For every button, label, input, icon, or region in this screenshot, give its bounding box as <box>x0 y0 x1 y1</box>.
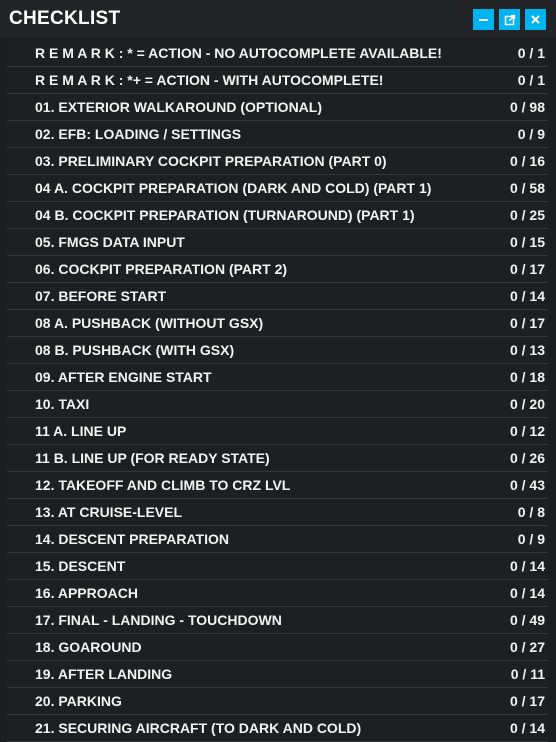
checklist-item-count: 0 / 58 <box>509 180 545 196</box>
checklist-item[interactable]: 13. AT CRUISE-LEVEL 0 / 8 <box>7 499 548 526</box>
checklist-item-label: R E M A R K : * = ACTION - NO AUTOCOMPLE… <box>35 45 442 61</box>
checklist-item[interactable]: 20. PARKING 0 / 17 <box>7 688 548 715</box>
checklist-item-count: 0 / 27 <box>509 639 545 655</box>
checklist-item-count: 0 / 11 <box>510 666 545 682</box>
checklist-item[interactable]: 14. DESCENT PREPARATION 0 / 9 <box>7 526 548 553</box>
checklist-item[interactable]: 07. BEFORE START 0 / 14 <box>7 283 548 310</box>
checklist-item-label: 18. GOAROUND <box>35 639 142 655</box>
checklist-item[interactable]: 08 B. PUSHBACK (WITH GSX) 0 / 13 <box>7 337 548 364</box>
checklist-item-count: 0 / 12 <box>509 423 545 439</box>
checklist-item-label: 16. APPROACH <box>35 585 138 601</box>
checklist-item-count: 0 / 16 <box>509 153 545 169</box>
checklist-item-label: 03. PRELIMINARY COCKPIT PREPARATION (PAR… <box>35 153 387 169</box>
checklist-item-label: 14. DESCENT PREPARATION <box>35 531 229 547</box>
checklist-list: R E M A R K : * = ACTION - NO AUTOCOMPLE… <box>7 40 548 742</box>
checklist-item[interactable]: 04 B. COCKPIT PREPARATION (TURNAROUND) (… <box>7 202 548 229</box>
checklist-item-label: 12. TAKEOFF AND CLIMB TO CRZ LVL <box>35 477 291 493</box>
checklist-item-count: 0 / 17 <box>509 693 545 709</box>
popout-button[interactable] <box>499 9 520 30</box>
checklist-item-count: 0 / 17 <box>509 315 545 331</box>
checklist-item[interactable]: 19. AFTER LANDING 0 / 11 <box>7 661 548 688</box>
checklist-item-count: 0 / 9 <box>517 531 545 547</box>
checklist-item-count: 0 / 1 <box>517 45 545 61</box>
popout-icon <box>504 14 516 26</box>
checklist-item[interactable]: 09. AFTER ENGINE START 0 / 18 <box>7 364 548 391</box>
checklist-item-label: 10. TAXI <box>35 396 90 412</box>
checklist-window: CHECKLIST R E M A R K : * = ACTION - NO … <box>0 0 556 742</box>
checklist-item-count: 0 / 43 <box>509 477 545 493</box>
checklist-item-count: 0 / 13 <box>509 342 545 358</box>
checklist-item[interactable]: 16. APPROACH 0 / 14 <box>7 580 548 607</box>
checklist-item-label: 07. BEFORE START <box>35 288 167 304</box>
checklist-item[interactable]: 05. FMGS DATA INPUT 0 / 15 <box>7 229 548 256</box>
checklist-item-label: 08 B. PUSHBACK (WITH GSX) <box>35 342 235 358</box>
minimize-button[interactable] <box>473 9 494 30</box>
checklist-item-label: 01. EXTERIOR WALKAROUND (OPTIONAL) <box>35 99 323 115</box>
checklist-item-count: 0 / 17 <box>509 261 545 277</box>
checklist-item-label: 20. PARKING <box>35 693 122 709</box>
checklist-item-count: 0 / 26 <box>509 450 545 466</box>
checklist-item[interactable]: 03. PRELIMINARY COCKPIT PREPARATION (PAR… <box>7 148 548 175</box>
window-title: CHECKLIST <box>9 8 121 29</box>
checklist-item-count: 0 / 14 <box>509 288 545 304</box>
checklist-item-count: 0 / 14 <box>509 585 545 601</box>
checklist-item[interactable]: R E M A R K : *+ = ACTION - WITH AUTOCOM… <box>7 67 548 94</box>
checklist-item[interactable]: 18. GOAROUND 0 / 27 <box>7 634 548 661</box>
checklist-item-label: 19. AFTER LANDING <box>35 666 173 682</box>
checklist-item[interactable]: 12. TAKEOFF AND CLIMB TO CRZ LVL 0 / 43 <box>7 472 548 499</box>
checklist-item-count: 0 / 25 <box>509 207 545 223</box>
checklist-item-count: 0 / 98 <box>509 99 545 115</box>
close-icon <box>530 14 541 25</box>
checklist-item[interactable]: 06. COCKPIT PREPARATION (PART 2) 0 / 17 <box>7 256 548 283</box>
checklist-item-count: 0 / 15 <box>509 234 545 250</box>
checklist-item-label: 15. DESCENT <box>35 558 126 574</box>
checklist-item-count: 0 / 18 <box>509 369 545 385</box>
checklist-item-count: 0 / 49 <box>509 612 545 628</box>
checklist-item-label: 05. FMGS DATA INPUT <box>35 234 185 250</box>
checklist-item-count: 0 / 20 <box>509 396 545 412</box>
checklist-item[interactable]: 21. SECURING AIRCRAFT (TO DARK AND COLD)… <box>7 715 548 742</box>
checklist-item-label: R E M A R K : *+ = ACTION - WITH AUTOCOM… <box>35 72 384 88</box>
checklist-item-label: 06. COCKPIT PREPARATION (PART 2) <box>35 261 288 277</box>
checklist-item-label: 11 A. LINE UP <box>35 423 127 439</box>
checklist-item-count: 0 / 14 <box>509 558 545 574</box>
checklist-item-count: 0 / 14 <box>509 720 545 736</box>
checklist-item-label: 11 B. LINE UP (FOR READY STATE) <box>35 450 270 466</box>
checklist-item[interactable]: 11 B. LINE UP (FOR READY STATE) 0 / 26 <box>7 445 548 472</box>
checklist-item[interactable]: R E M A R K : * = ACTION - NO AUTOCOMPLE… <box>7 40 548 67</box>
checklist-item-label: 04 B. COCKPIT PREPARATION (TURNAROUND) (… <box>35 207 415 223</box>
checklist-item-count: 0 / 9 <box>517 126 545 142</box>
checklist-item[interactable]: 11 A. LINE UP 0 / 12 <box>7 418 548 445</box>
checklist-item[interactable]: 17. FINAL - LANDING - TOUCHDOWN 0 / 49 <box>7 607 548 634</box>
title-bar[interactable]: CHECKLIST <box>0 0 556 38</box>
checklist-item-count: 0 / 1 <box>517 72 545 88</box>
checklist-item-label: 13. AT CRUISE-LEVEL <box>35 504 183 520</box>
scrollbar[interactable] <box>552 40 556 741</box>
checklist-item[interactable]: 15. DESCENT 0 / 14 <box>7 553 548 580</box>
checklist-item[interactable]: 10. TAXI 0 / 20 <box>7 391 548 418</box>
checklist-item-count: 0 / 8 <box>517 504 545 520</box>
checklist-item-label: 21. SECURING AIRCRAFT (TO DARK AND COLD) <box>35 720 362 736</box>
checklist-item[interactable]: 04 A. COCKPIT PREPARATION (DARK AND COLD… <box>7 175 548 202</box>
checklist-item-label: 02. EFB: LOADING / SETTINGS <box>35 126 242 142</box>
checklist-item-label: 09. AFTER ENGINE START <box>35 369 212 385</box>
checklist-item[interactable]: 02. EFB: LOADING / SETTINGS 0 / 9 <box>7 121 548 148</box>
minimize-icon <box>478 14 489 25</box>
checklist-item-label: 08 A. PUSHBACK (WITHOUT GSX) <box>35 315 264 331</box>
close-button[interactable] <box>525 9 546 30</box>
checklist-item[interactable]: 01. EXTERIOR WALKAROUND (OPTIONAL) 0 / 98 <box>7 94 548 121</box>
checklist-item-label: 04 A. COCKPIT PREPARATION (DARK AND COLD… <box>35 180 432 196</box>
checklist-item[interactable]: 08 A. PUSHBACK (WITHOUT GSX) 0 / 17 <box>7 310 548 337</box>
checklist-item-label: 17. FINAL - LANDING - TOUCHDOWN <box>35 612 282 628</box>
